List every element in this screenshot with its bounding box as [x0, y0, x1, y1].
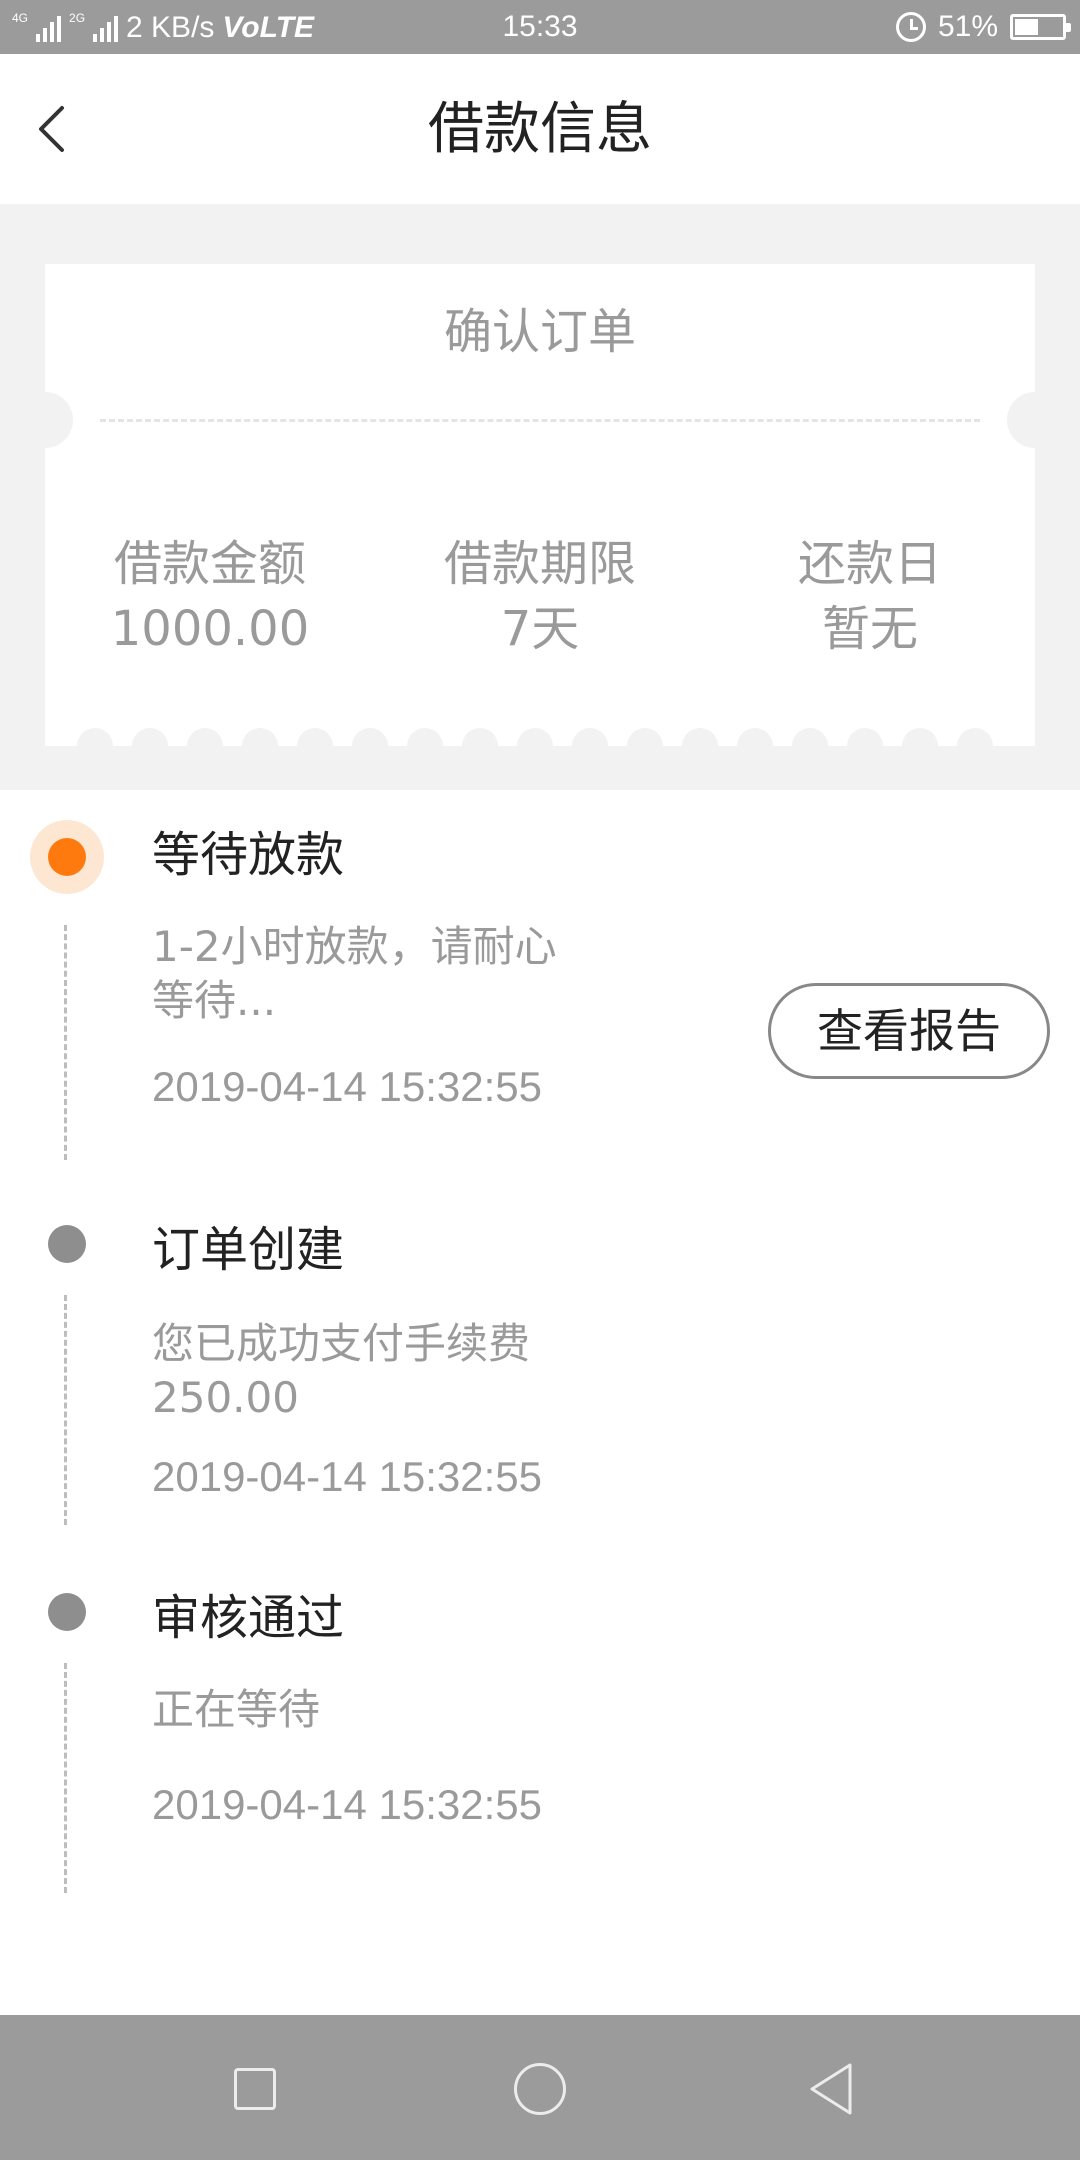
ticket-scallop	[242, 728, 278, 764]
ticket-scallops	[45, 728, 1035, 764]
ticket-scallop	[517, 728, 553, 764]
battery-percent: 51%	[937, 10, 998, 43]
timeline-title: 审核通过	[152, 1590, 345, 1646]
ticket-scallop	[132, 728, 168, 764]
timeline-title: 订单创建	[152, 1222, 345, 1278]
loan-term-label: 借款期限	[443, 536, 636, 592]
status-timeline: 等待放款 1-2小时放款，请耐心等待... 2019-04-14 15:32:5…	[0, 790, 1080, 2015]
ticket-scallop	[352, 728, 388, 764]
loan-amount-value: 1000.00	[110, 601, 310, 657]
page: 4G 2G 2 KB/s VoLTE 15:33 51% 借款信息 确认订单 借…	[0, 0, 1080, 2160]
ticket-title: 确认订单	[443, 304, 636, 360]
status-bar: 4G 2G 2 KB/s VoLTE 15:33 51%	[0, 0, 1080, 54]
timeline-desc: 正在等待	[152, 1685, 321, 1734]
active-dot-icon	[30, 820, 104, 894]
ticket-scallop	[957, 728, 993, 764]
triangle-back-icon[interactable]	[806, 2061, 856, 2117]
header: 借款信息	[0, 54, 1080, 204]
status-right: 51%	[895, 9, 1071, 45]
ticket-scallop	[902, 728, 938, 764]
ticket-scallop	[792, 728, 828, 764]
loan-term-value: 7天	[500, 601, 580, 657]
inactive-dot-icon	[48, 1593, 86, 1631]
loan-term: 借款期限 7天	[375, 534, 705, 664]
page-title: 借款信息	[428, 97, 652, 162]
timeline-desc: 1-2小时放款，请耐心等待...	[152, 922, 557, 1025]
timeline-desc: 您已成功支付手续费250.00	[152, 1319, 531, 1422]
active-dot	[48, 838, 86, 876]
battery-fill	[1015, 19, 1038, 35]
ticket-divider	[100, 419, 980, 422]
inactive-dot-icon	[48, 1225, 86, 1263]
loan-amount-label: 借款金额	[113, 536, 306, 592]
ticket-columns: 借款金额 1000.00 借款期限 7天 还款日 暂无	[45, 534, 1035, 664]
repayment-date-value: 暂无	[821, 601, 918, 657]
ticket-scallop	[682, 728, 718, 764]
ticket-scallop	[407, 728, 443, 764]
repayment-date: 还款日 暂无	[705, 534, 1035, 664]
timeline-connector	[64, 1663, 67, 1893]
ticket-scallop	[187, 728, 223, 764]
square-icon[interactable]	[234, 2068, 276, 2110]
timeline-time: 2019-04-14 15:32:55	[152, 1453, 542, 1500]
timeline-title: 等待放款	[152, 827, 345, 883]
ticket-scallop	[462, 728, 498, 764]
battery-icon	[1010, 14, 1071, 40]
circle-icon[interactable]	[514, 2063, 566, 2115]
ticket-scallop	[737, 728, 773, 764]
timeline-time: 2019-04-14 15:32:55	[152, 1781, 542, 1828]
system-nav-bar	[0, 2015, 1080, 2160]
ticket-scallop	[847, 728, 883, 764]
timeline-time: 2019-04-14 15:32:55	[152, 1063, 542, 1110]
repayment-date-label: 还款日	[797, 536, 942, 592]
ticket-notch-right	[1007, 392, 1063, 448]
order-ticket: 确认订单 借款金额 1000.00 借款期限 7天 还款日 暂无	[17, 264, 1063, 764]
ticket-scallop	[77, 728, 113, 764]
ticket-scallop	[627, 728, 663, 764]
loan-amount: 借款金额 1000.00	[45, 534, 375, 664]
ticket-area: 确认订单 借款金额 1000.00 借款期限 7天 还款日 暂无	[0, 204, 1080, 790]
ticket-scallop	[297, 728, 333, 764]
timeline-connector	[64, 1295, 67, 1525]
view-report-button[interactable]: 查看报告	[768, 983, 1050, 1079]
timeline-connector	[64, 925, 67, 1160]
alarm-icon	[895, 12, 926, 42]
ticket-scallop	[572, 728, 608, 764]
ticket-notch-left	[17, 392, 73, 448]
